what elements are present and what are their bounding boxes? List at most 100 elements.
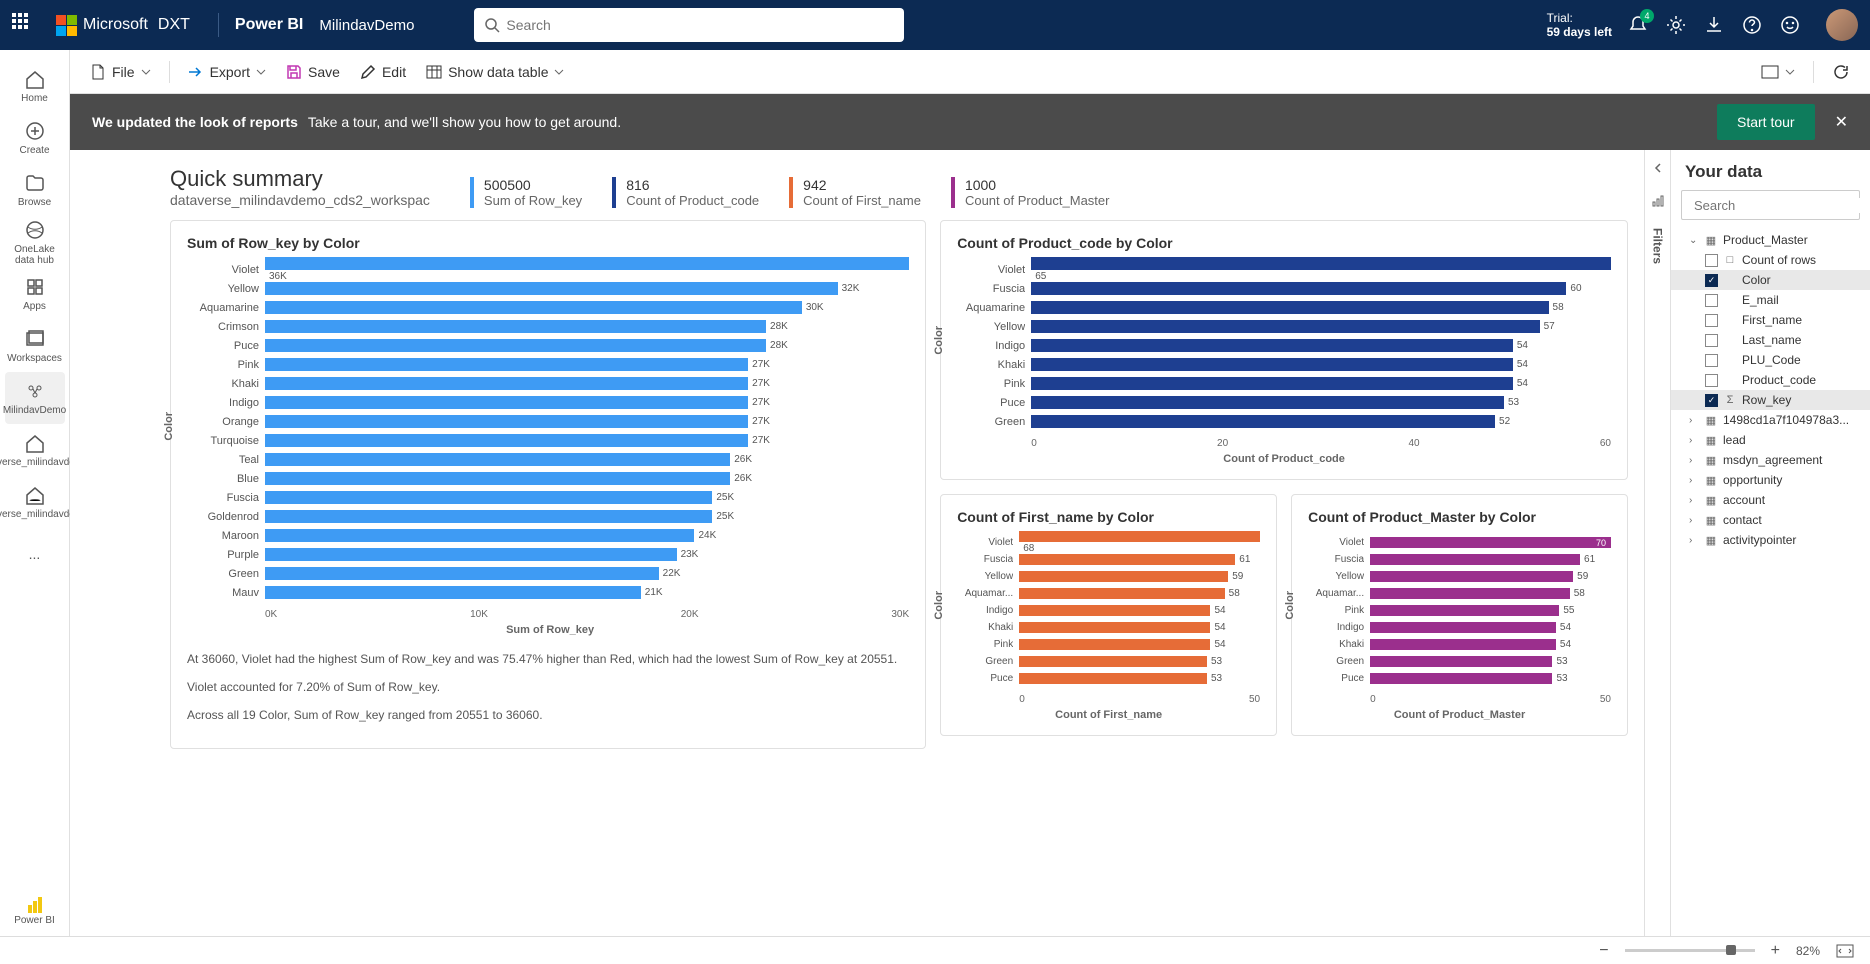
bar-row[interactable]: Pink55 bbox=[1308, 603, 1611, 618]
workspace-name[interactable]: MilindavDemo bbox=[319, 17, 414, 34]
bar-row[interactable]: Green53 bbox=[1308, 654, 1611, 669]
chart-card-product-code[interactable]: Count of Product_code by Color Color Vio… bbox=[940, 220, 1628, 480]
table-node-product-master[interactable]: ⌄▦Product_Master bbox=[1671, 230, 1870, 250]
field-plu-code[interactable]: PLU_Code bbox=[1671, 350, 1870, 370]
bar-row[interactable]: Blue26K bbox=[191, 470, 909, 487]
bar-row[interactable]: Pink54 bbox=[957, 375, 1611, 392]
filters-pane-collapsed[interactable]: Filters bbox=[1644, 150, 1670, 936]
fit-page-icon[interactable] bbox=[1836, 944, 1854, 958]
bar-row[interactable]: Purple23K bbox=[191, 546, 909, 563]
bar-row[interactable]: Puce28K bbox=[191, 337, 909, 354]
zoom-out-button[interactable]: − bbox=[1599, 942, 1608, 960]
bar-row[interactable]: Khaki54 bbox=[957, 620, 1260, 635]
field-last-name[interactable]: Last_name bbox=[1671, 330, 1870, 350]
bar-row[interactable]: Maroon24K bbox=[191, 527, 909, 544]
nav-item-milindavdemo[interactable]: MilindavDemo bbox=[5, 372, 65, 424]
field-first-name[interactable]: First_name bbox=[1671, 310, 1870, 330]
zoom-level[interactable]: 82% bbox=[1796, 944, 1820, 958]
bar-row[interactable]: Green52 bbox=[957, 413, 1611, 430]
bar-row[interactable]: Indigo54 bbox=[957, 603, 1260, 618]
global-search[interactable] bbox=[474, 8, 904, 42]
field-e-mail[interactable]: E_mail bbox=[1671, 290, 1870, 310]
nav-item-home[interactable]: Home bbox=[5, 60, 65, 112]
bar-row[interactable]: Yellow32K bbox=[191, 280, 909, 297]
bar-row[interactable]: Mauv21K bbox=[191, 584, 909, 601]
bar-row[interactable]: Fuscia61 bbox=[1308, 552, 1611, 567]
notifications-icon[interactable]: 4 bbox=[1628, 15, 1648, 35]
field-row-key[interactable]: ✓ΣRow_key bbox=[1671, 390, 1870, 410]
bar-row[interactable]: Goldenrod25K bbox=[191, 508, 909, 525]
field-count-of-rows[interactable]: □Count of rows bbox=[1671, 250, 1870, 270]
bar-row[interactable]: Violet36K bbox=[191, 261, 909, 278]
bar-row[interactable]: Aquamarine58 bbox=[957, 299, 1611, 316]
field-product-code[interactable]: Product_code bbox=[1671, 370, 1870, 390]
bar-row[interactable]: Turquoise27K bbox=[191, 432, 909, 449]
table-node-lead[interactable]: ›▦lead bbox=[1671, 430, 1870, 450]
powerbi-switcher[interactable]: Power BI bbox=[5, 884, 65, 936]
bar-row[interactable]: Puce53 bbox=[957, 671, 1260, 686]
view-mode-button[interactable] bbox=[1753, 61, 1803, 83]
bar-row[interactable]: Fuscia25K bbox=[191, 489, 909, 506]
bar-row[interactable]: Indigo54 bbox=[957, 337, 1611, 354]
nav-item-create[interactable]: Create bbox=[5, 112, 65, 164]
data-search[interactable] bbox=[1681, 190, 1860, 220]
user-avatar[interactable] bbox=[1826, 9, 1858, 41]
bar-row[interactable]: Aquamar...58 bbox=[1308, 586, 1611, 601]
save-button[interactable]: Save bbox=[278, 60, 348, 84]
close-banner-icon[interactable]: ✕ bbox=[1835, 112, 1848, 132]
search-input[interactable] bbox=[506, 17, 894, 33]
chart-card-product-master[interactable]: Count of Product_Master by Color Color V… bbox=[1291, 494, 1628, 736]
bar-row[interactable]: Yellow57 bbox=[957, 318, 1611, 335]
bar-row[interactable]: Green22K bbox=[191, 565, 909, 582]
bar-row[interactable]: Violet68 bbox=[957, 535, 1260, 550]
bar-row[interactable]: Aquamar...58 bbox=[957, 586, 1260, 601]
nav-item----[interactable]: ... bbox=[5, 528, 65, 580]
bar-row[interactable]: Fuscia60 bbox=[957, 280, 1611, 297]
download-icon[interactable] bbox=[1704, 15, 1724, 35]
bar-row[interactable]: Green53 bbox=[957, 654, 1260, 669]
bar-row[interactable]: Pink27K bbox=[191, 356, 909, 373]
bar-row[interactable]: Khaki54 bbox=[957, 356, 1611, 373]
bar-row[interactable]: Indigo54 bbox=[1308, 620, 1611, 635]
zoom-in-button[interactable]: + bbox=[1771, 942, 1780, 960]
bar-row[interactable]: Yellow59 bbox=[1308, 569, 1611, 584]
zoom-slider[interactable] bbox=[1625, 949, 1755, 952]
nav-item-dataverse-milindavdem---[interactable]: dataverse_milindavdem... bbox=[5, 476, 65, 528]
bar-row[interactable]: Aquamarine30K bbox=[191, 299, 909, 316]
bar-row[interactable]: Crimson28K bbox=[191, 318, 909, 335]
table-node-opportunity[interactable]: ›▦opportunity bbox=[1671, 470, 1870, 490]
export-menu[interactable]: Export bbox=[180, 60, 274, 84]
field-color[interactable]: ✓Color bbox=[1671, 270, 1870, 290]
table-node-msdyn-agreement[interactable]: ›▦msdyn_agreement bbox=[1671, 450, 1870, 470]
refresh-button[interactable] bbox=[1824, 59, 1858, 85]
feedback-icon[interactable] bbox=[1780, 15, 1800, 35]
bar-row[interactable]: Indigo27K bbox=[191, 394, 909, 411]
bar-row[interactable]: Yellow59 bbox=[957, 569, 1260, 584]
nav-item-browse[interactable]: Browse bbox=[5, 164, 65, 216]
help-icon[interactable] bbox=[1742, 15, 1762, 35]
chart-card-first-name[interactable]: Count of First_name by Color Color Viole… bbox=[940, 494, 1277, 736]
bar-row[interactable]: Khaki27K bbox=[191, 375, 909, 392]
bar-row[interactable]: Puce53 bbox=[957, 394, 1611, 411]
show-data-table-button[interactable]: Show data table bbox=[418, 60, 572, 84]
table-node-1498cd1a7f104978a3---[interactable]: ›▦1498cd1a7f104978a3... bbox=[1671, 410, 1870, 430]
table-node-contact[interactable]: ›▦contact bbox=[1671, 510, 1870, 530]
chart-card-row-key[interactable]: Sum of Row_key by Color Color Violet36KY… bbox=[170, 220, 926, 749]
nav-item-onelake-data-hub[interactable]: OneLake data hub bbox=[5, 216, 65, 268]
bar-row[interactable]: Orange27K bbox=[191, 413, 909, 430]
trial-status[interactable]: Trial:59 days left bbox=[1547, 11, 1612, 40]
bar-row[interactable]: Violet65 bbox=[957, 261, 1611, 278]
file-menu[interactable]: File bbox=[82, 60, 159, 84]
bar-row[interactable]: Violet70 bbox=[1308, 535, 1611, 550]
data-search-input[interactable] bbox=[1694, 198, 1870, 213]
table-node-account[interactable]: ›▦account bbox=[1671, 490, 1870, 510]
nav-item-apps[interactable]: Apps bbox=[5, 268, 65, 320]
nav-item-workspaces[interactable]: Workspaces bbox=[5, 320, 65, 372]
bar-row[interactable]: Khaki54 bbox=[1308, 637, 1611, 652]
nav-item-dataverse-milindavdem---[interactable]: dataverse_milindavdem... bbox=[5, 424, 65, 476]
app-launcher-icon[interactable] bbox=[12, 13, 36, 37]
start-tour-button[interactable]: Start tour bbox=[1717, 104, 1815, 140]
edit-button[interactable]: Edit bbox=[352, 60, 414, 84]
settings-icon[interactable] bbox=[1666, 15, 1686, 35]
bar-row[interactable]: Teal26K bbox=[191, 451, 909, 468]
